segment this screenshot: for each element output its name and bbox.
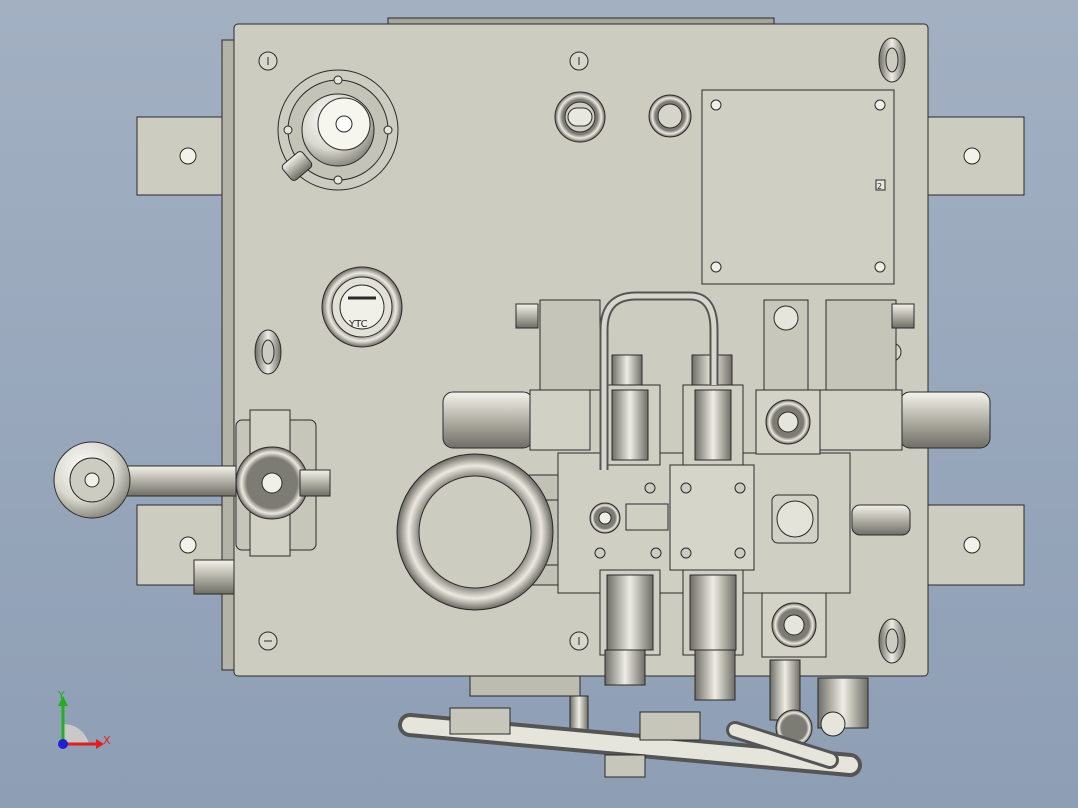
sight-glass (554, 91, 606, 143)
lifting-eye (254, 329, 282, 375)
side-plug (851, 504, 911, 536)
pressure-gauge (235, 409, 331, 557)
lifting-eye (878, 37, 906, 83)
coordinate-triad: Y X (57, 689, 111, 749)
breather-filler-cap (277, 69, 399, 191)
plate-bolt (258, 631, 278, 651)
z-axis-marker (58, 739, 68, 749)
cad-viewport[interactable]: 2 YTC Y X (0, 0, 1078, 808)
cad-model-drawing: 2 YTC Y X (53, 17, 1025, 778)
relief-valve-lower (761, 592, 827, 658)
sight-glass (648, 94, 692, 138)
cover-plate: 2 (701, 89, 895, 285)
y-axis-label: Y (57, 689, 65, 702)
plate-bolt (569, 51, 589, 71)
mounting-bracket-top-left (136, 116, 236, 196)
plate-marking: 2 (877, 182, 882, 191)
drain-plug (193, 559, 235, 595)
plate-bolt (258, 51, 278, 71)
mounting-bracket-bottom-right (925, 504, 1025, 586)
tube-fitting (589, 502, 669, 534)
x-axis-label: X (103, 734, 111, 747)
mounting-bracket-top-right (925, 116, 1025, 196)
plate-bolt (569, 631, 589, 651)
lifting-eye (878, 618, 906, 664)
gauge-text: YTC (348, 319, 368, 330)
level-gauge: YTC (321, 266, 403, 348)
relief-valve (755, 389, 821, 455)
